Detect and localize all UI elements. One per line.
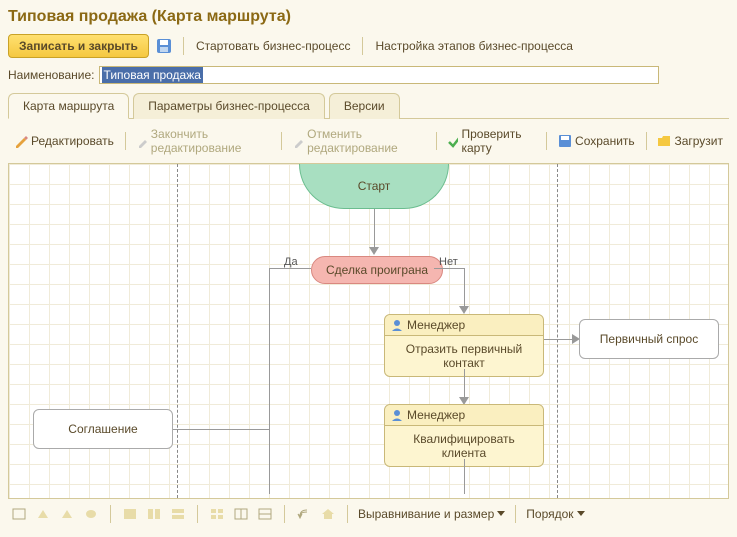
connector	[173, 429, 269, 430]
check-icon	[447, 134, 458, 148]
home-icon[interactable]	[319, 506, 337, 522]
main-toolbar: Записать и закрыть Стартовать бизнес-про…	[8, 34, 729, 58]
separator	[347, 505, 348, 523]
separator	[110, 505, 111, 523]
chevron-down-icon	[577, 511, 585, 517]
separator	[436, 132, 437, 150]
check-map-button[interactable]: Проверить карту	[443, 125, 539, 157]
separator	[546, 132, 547, 150]
start-bp-button[interactable]: Стартовать бизнес-процесс	[192, 37, 355, 55]
task-role: Менеджер	[385, 405, 543, 426]
name-row: Наименование: Типовая продажа	[8, 66, 729, 84]
connector	[269, 268, 311, 269]
tab-params[interactable]: Параметры бизнес-процесса	[133, 93, 325, 119]
user-icon	[391, 409, 403, 421]
grid-icon[interactable]	[232, 506, 250, 522]
tabs: Карта маршрута Параметры бизнес-процесса…	[8, 92, 729, 119]
undo-icon[interactable]	[295, 506, 313, 522]
arrow-icon	[369, 247, 379, 255]
yes-label: Да	[284, 256, 298, 268]
folder-icon	[657, 134, 671, 148]
disk-icon	[558, 134, 572, 148]
load-button[interactable]: Загрузит	[653, 132, 727, 150]
connector	[464, 459, 465, 494]
align-icon[interactable]	[121, 506, 139, 522]
shape-icon[interactable]	[82, 506, 100, 522]
connector	[434, 268, 464, 269]
condition-node[interactable]: Сделка проиграна	[311, 256, 443, 284]
separator	[646, 132, 647, 150]
no-label: Нет	[439, 256, 458, 268]
separator	[197, 505, 198, 523]
tab-versions[interactable]: Версии	[329, 93, 400, 119]
output-node[interactable]: Соглашение	[33, 409, 173, 449]
pencil-icon	[14, 134, 28, 148]
align-size-dropdown[interactable]: Выравнивание и размер	[358, 507, 505, 521]
arrow-icon	[459, 306, 469, 314]
bottom-toolbar: Выравнивание и размер Порядок	[8, 499, 729, 529]
edit-button[interactable]: Редактировать	[10, 132, 118, 150]
task-node[interactable]: Менеджер Отразить первичный контакт	[384, 314, 544, 377]
connector	[374, 209, 375, 249]
chevron-down-icon	[497, 511, 505, 517]
align-icon[interactable]	[169, 506, 187, 522]
user-icon	[391, 319, 403, 331]
align-icon[interactable]	[145, 506, 163, 522]
save-button[interactable]: Сохранить	[554, 132, 639, 150]
separator	[281, 132, 282, 150]
shape-icon[interactable]	[58, 506, 76, 522]
finish-edit-button: Закончить редактирование	[133, 125, 275, 157]
name-label: Наименование:	[8, 68, 95, 82]
grid-icon[interactable]	[208, 506, 226, 522]
shape-icon[interactable]	[34, 506, 52, 522]
grid-icon[interactable]	[256, 506, 274, 522]
page-title: Типовая продажа (Карта маршрута)	[8, 8, 729, 26]
pencil-check-icon	[137, 134, 148, 148]
task-node[interactable]: Менеджер Квалифицировать клиента	[384, 404, 544, 467]
connector	[269, 268, 270, 494]
editor-toolbar: Редактировать Закончить редактирование О…	[8, 119, 729, 164]
order-dropdown[interactable]: Порядок	[526, 507, 584, 521]
connector	[269, 429, 270, 430]
save-close-button[interactable]: Записать и закрыть	[8, 34, 149, 58]
task-role: Менеджер	[385, 315, 543, 336]
separator	[125, 132, 126, 150]
connector	[464, 268, 465, 308]
diagram-canvas[interactable]: Старт Сделка проиграна Да Нет Менеджер О…	[8, 164, 729, 499]
setup-stages-button[interactable]: Настройка этапов бизнес-процесса	[371, 37, 577, 55]
rect-icon[interactable]	[10, 506, 28, 522]
connector	[544, 339, 574, 340]
separator	[284, 505, 285, 523]
save-icon[interactable]	[153, 35, 175, 57]
pencil-cancel-icon	[293, 134, 304, 148]
separator	[515, 505, 516, 523]
output-node[interactable]: Первичный спрос	[579, 319, 719, 359]
cancel-edit-button: Отменить редактирование	[289, 125, 429, 157]
separator	[362, 37, 363, 55]
connector	[464, 369, 465, 399]
start-node[interactable]: Старт	[299, 164, 449, 209]
tab-route[interactable]: Карта маршрута	[8, 93, 129, 119]
swimlane-divider	[177, 164, 178, 498]
name-input[interactable]: Типовая продажа	[99, 66, 659, 84]
separator	[183, 37, 184, 55]
swimlane-divider	[557, 164, 558, 498]
